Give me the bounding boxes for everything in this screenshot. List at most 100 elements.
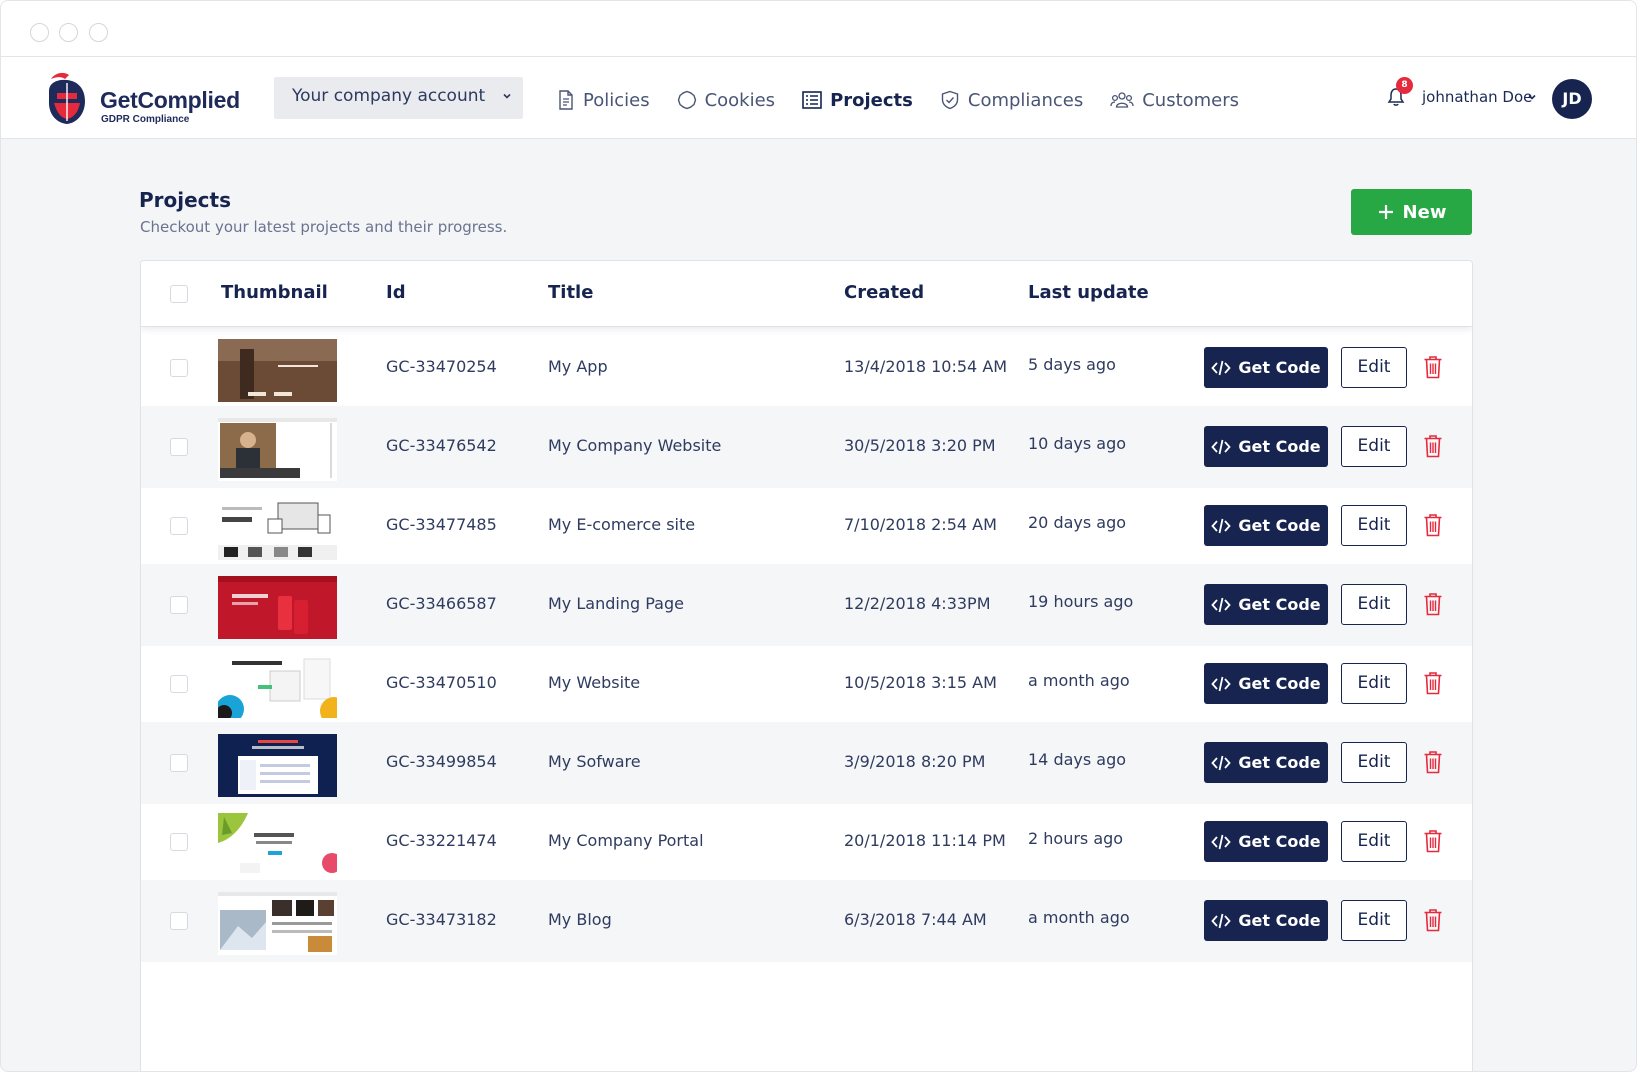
trash-icon[interactable] (1423, 434, 1443, 458)
nav-compliances[interactable]: Compliances (940, 90, 1083, 111)
list-icon (802, 91, 822, 109)
nav-policies[interactable]: Policies (557, 90, 650, 111)
plus-icon (1378, 205, 1393, 219)
projects-table: Thumbnail Id Title Created Last update G… (140, 260, 1473, 1071)
row-checkbox[interactable] (170, 359, 188, 377)
edit-button[interactable]: Edit (1341, 505, 1407, 546)
column-header-title[interactable]: Title (548, 282, 593, 303)
column-header-id[interactable]: Id (386, 282, 406, 303)
select-all-checkbox[interactable] (170, 285, 188, 303)
project-thumbnail[interactable] (218, 892, 337, 955)
edit-button[interactable]: Edit (1341, 347, 1407, 388)
project-thumbnail[interactable] (218, 655, 337, 718)
row-checkbox[interactable] (170, 833, 188, 851)
row-checkbox[interactable] (170, 517, 188, 535)
get-code-button[interactable]: Get Code (1204, 821, 1328, 862)
row-checkbox[interactable] (170, 438, 188, 456)
project-thumbnail[interactable] (218, 418, 337, 481)
window-close-button[interactable] (30, 23, 49, 42)
get-code-button[interactable]: Get Code (1204, 900, 1328, 941)
project-created: 6/3/2018 7:44 AM (844, 910, 987, 929)
knight-helmet-icon (49, 72, 85, 124)
code-icon (1211, 834, 1232, 849)
project-created: 12/2/2018 4:33PM (844, 594, 991, 613)
edit-button[interactable]: Edit (1341, 821, 1407, 862)
project-created: 10/5/2018 3:15 AM (844, 673, 997, 692)
project-created: 7/10/2018 2:54 AM (844, 515, 997, 534)
window-titlebar (1, 1, 1636, 57)
get-code-label: Get Code (1238, 358, 1321, 377)
get-code-button[interactable]: Get Code (1204, 742, 1328, 783)
account-select[interactable]: Your company account (274, 77, 523, 119)
table-row: GC-33466587 My Landing Page 12/2/2018 4:… (141, 564, 1472, 646)
thumbnail-image (218, 497, 337, 560)
get-code-label: Get Code (1238, 911, 1321, 930)
document-icon (559, 90, 573, 110)
project-thumbnail[interactable] (218, 576, 337, 639)
project-id: GC-33466587 (386, 594, 497, 613)
brand-logo[interactable]: GetComplied GDPR Compliance (45, 71, 255, 127)
edit-button[interactable]: Edit (1341, 900, 1407, 941)
user-menu-name[interactable]: johnathan Doe (1422, 88, 1532, 106)
trash-icon[interactable] (1423, 750, 1443, 774)
project-id: GC-33221474 (386, 831, 497, 850)
nav-projects[interactable]: Projects (802, 90, 913, 111)
edit-button[interactable]: Edit (1341, 742, 1407, 783)
get-code-label: Get Code (1238, 595, 1321, 614)
project-title: My Company Portal (548, 831, 704, 850)
project-title: My App (548, 357, 608, 376)
brand-tagline: GDPR Compliance (101, 114, 190, 125)
window-maximize-button[interactable] (89, 23, 108, 42)
table-row: GC-33470254 My App 13/4/2018 10:54 AM 5 … (141, 327, 1472, 409)
trash-icon[interactable] (1423, 513, 1443, 537)
row-checkbox[interactable] (170, 596, 188, 614)
project-thumbnail[interactable] (218, 339, 337, 402)
edit-button[interactable]: Edit (1341, 663, 1407, 704)
row-checkbox[interactable] (170, 754, 188, 772)
row-checkbox[interactable] (170, 675, 188, 693)
nav-customers[interactable]: Customers (1110, 90, 1239, 111)
project-thumbnail[interactable] (218, 734, 337, 797)
project-title: My Blog (548, 910, 612, 929)
avatar[interactable]: JD (1552, 79, 1592, 119)
trash-icon[interactable] (1423, 829, 1443, 853)
new-project-button[interactable]: New (1351, 189, 1472, 235)
project-last-update: a month ago (1028, 908, 1130, 927)
notifications-button[interactable]: 8 (1387, 77, 1413, 111)
users-icon (1110, 92, 1134, 108)
trash-icon[interactable] (1423, 592, 1443, 616)
column-header-thumbnail[interactable]: Thumbnail (221, 282, 328, 303)
get-code-button[interactable]: Get Code (1204, 584, 1328, 625)
edit-button[interactable]: Edit (1341, 584, 1407, 625)
thumbnail-image (218, 576, 337, 639)
column-header-created[interactable]: Created (844, 282, 924, 303)
thumbnail-image (218, 655, 337, 718)
shield-check-icon (941, 90, 959, 110)
nav-label: Cookies (704, 89, 776, 111)
project-created: 20/1/2018 11:14 PM (844, 831, 1006, 850)
trash-icon[interactable] (1423, 355, 1443, 379)
trash-icon[interactable] (1423, 908, 1443, 932)
get-code-button[interactable]: Get Code (1204, 347, 1328, 388)
project-created: 3/9/2018 8:20 PM (844, 752, 986, 771)
window-minimize-button[interactable] (59, 23, 78, 42)
code-icon (1211, 360, 1232, 375)
project-thumbnail[interactable] (218, 813, 337, 876)
edit-button[interactable]: Edit (1341, 426, 1407, 467)
project-created: 30/5/2018 3:20 PM (844, 436, 996, 455)
chevron-down-icon (503, 93, 511, 99)
get-code-label: Get Code (1238, 516, 1321, 535)
get-code-button[interactable]: Get Code (1204, 505, 1328, 546)
column-header-last-update[interactable]: Last update (1028, 282, 1149, 303)
get-code-button[interactable]: Get Code (1204, 426, 1328, 467)
chevron-down-icon[interactable] (1526, 91, 1538, 103)
row-checkbox[interactable] (170, 912, 188, 930)
notification-count-badge: 8 (1396, 77, 1413, 94)
project-last-update: 5 days ago (1028, 355, 1116, 374)
table-row: GC-33477485 My E-comerce site 7/10/2018 … (141, 485, 1472, 567)
project-thumbnail[interactable] (218, 497, 337, 560)
trash-icon[interactable] (1423, 671, 1443, 695)
get-code-button[interactable]: Get Code (1204, 663, 1328, 704)
nav-cookies[interactable]: Cookies (677, 90, 775, 111)
page-title: Projects (139, 188, 232, 212)
